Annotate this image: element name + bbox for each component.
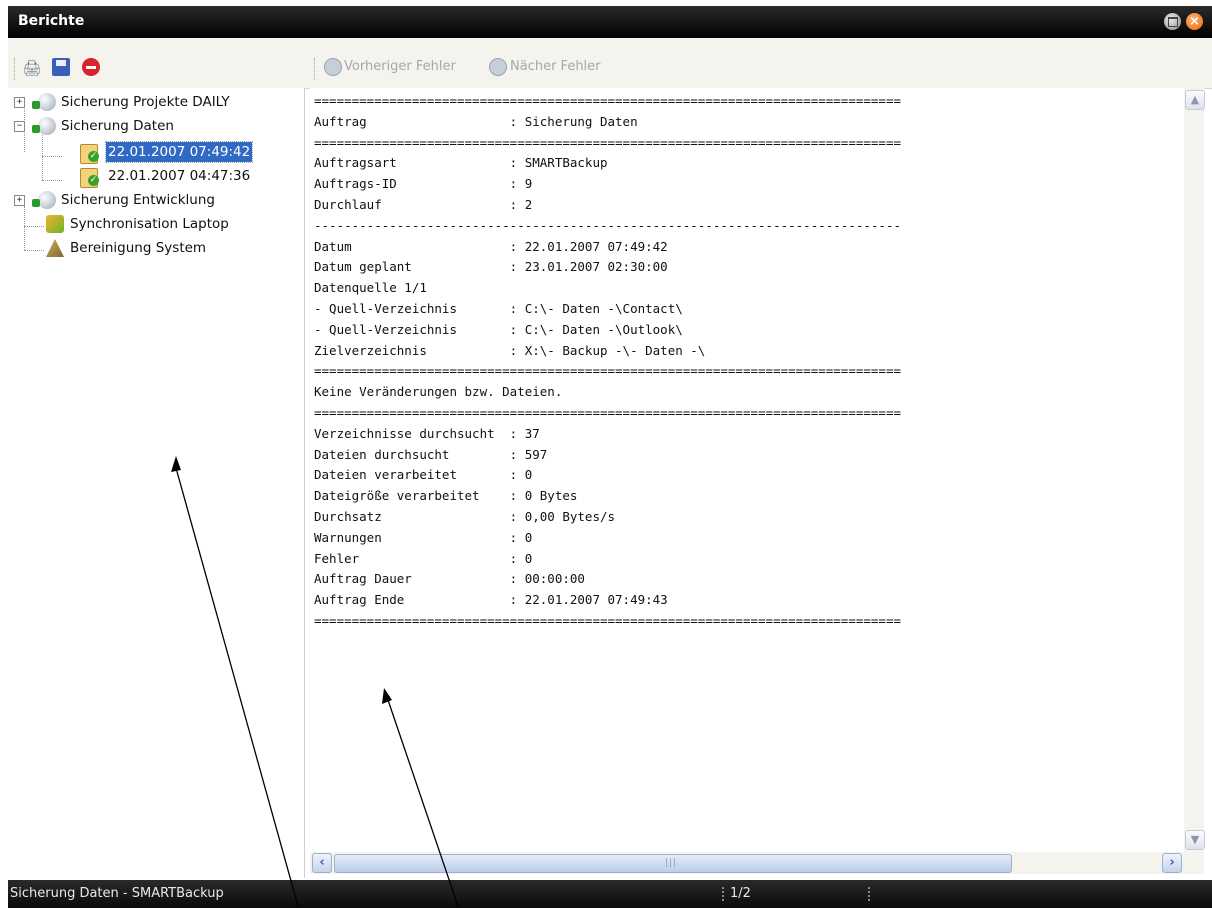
annotation-overlay	[171, 456, 459, 907]
annotation-arrowhead	[171, 456, 181, 472]
annotation-arrow	[175, 467, 299, 907]
annotation-arrowhead	[382, 688, 392, 704]
annotation-arrow	[387, 699, 459, 907]
